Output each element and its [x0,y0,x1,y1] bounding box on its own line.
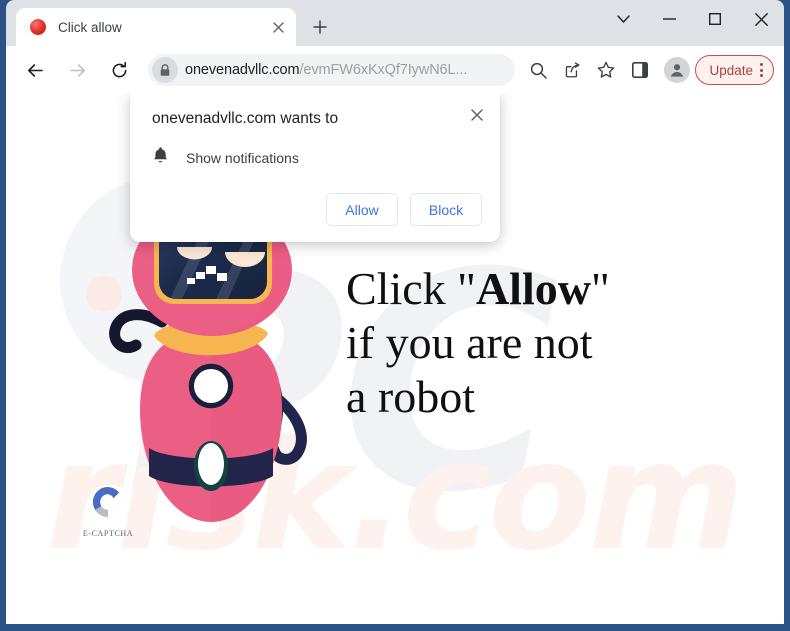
reload-icon[interactable] [103,54,135,86]
url-path: /evmFW6xKxQf7IywN6L... [299,62,468,78]
browser-window: Click allow onevenadvllc.com/evmFW6xKxQf… [0,0,790,631]
bell-icon [152,146,169,169]
ecaptcha-label: E-CAPTCHA [82,529,134,538]
tab-favicon-icon [30,19,46,35]
browser-menu-icon[interactable] [757,63,766,77]
page-viewport: PC risk.com Click "Allow" if you are not… [6,94,784,624]
minimize-icon[interactable] [646,0,692,38]
share-icon[interactable] [557,55,587,85]
tab-close-icon[interactable] [268,17,288,37]
update-button-label: Update [709,62,753,78]
search-icon[interactable] [523,55,553,85]
dialog-title: onevenadvllc.com wants to [152,110,339,127]
block-button[interactable]: Block [410,193,482,226]
side-panel-icon[interactable] [625,55,655,85]
tab-strip: Click allow [6,0,784,46]
headline-part1: Click " [346,263,476,314]
page-headline: Click "Allow" if you are not a robot [346,262,610,423]
notification-permission-dialog: onevenadvllc.com wants to Show notificat… [130,94,500,242]
ecaptcha-logo: E-CAPTCHA [80,483,136,538]
dialog-close-icon[interactable] [466,104,488,126]
close-icon[interactable] [738,0,784,38]
c-letter-mark-icon [92,486,119,518]
lock-icon[interactable] [152,57,178,83]
allow-button[interactable]: Allow [326,193,398,226]
forward-arrow-icon[interactable] [61,54,93,86]
browser-tab[interactable]: Click allow [16,8,296,46]
tab-search-chevron-down-icon[interactable] [600,0,646,38]
dialog-actions: Allow Block [152,193,482,226]
new-tab-button[interactable] [306,13,334,41]
url-host: onevenadvllc.com [185,62,300,78]
permission-request-label: Show notifications [186,149,299,166]
profile-avatar[interactable] [664,57,691,83]
browser-toolbar: onevenadvllc.com/evmFW6xKxQf7IywN6L... U… [6,46,784,94]
back-arrow-icon[interactable] [19,54,51,86]
headline-strong: Allow [475,263,591,314]
maximize-icon[interactable] [692,0,738,38]
window-controls [600,0,784,46]
permission-request-row: Show notifications [152,146,482,169]
update-button[interactable]: Update [695,55,774,85]
tab-title: Click allow [58,19,122,35]
address-bar-url: onevenadvllc.com/evmFW6xKxQf7IywN6L... [185,62,505,78]
address-bar[interactable]: onevenadvllc.com/evmFW6xKxQf7IywN6L... [148,54,516,86]
bookmark-star-icon[interactable] [591,55,621,85]
